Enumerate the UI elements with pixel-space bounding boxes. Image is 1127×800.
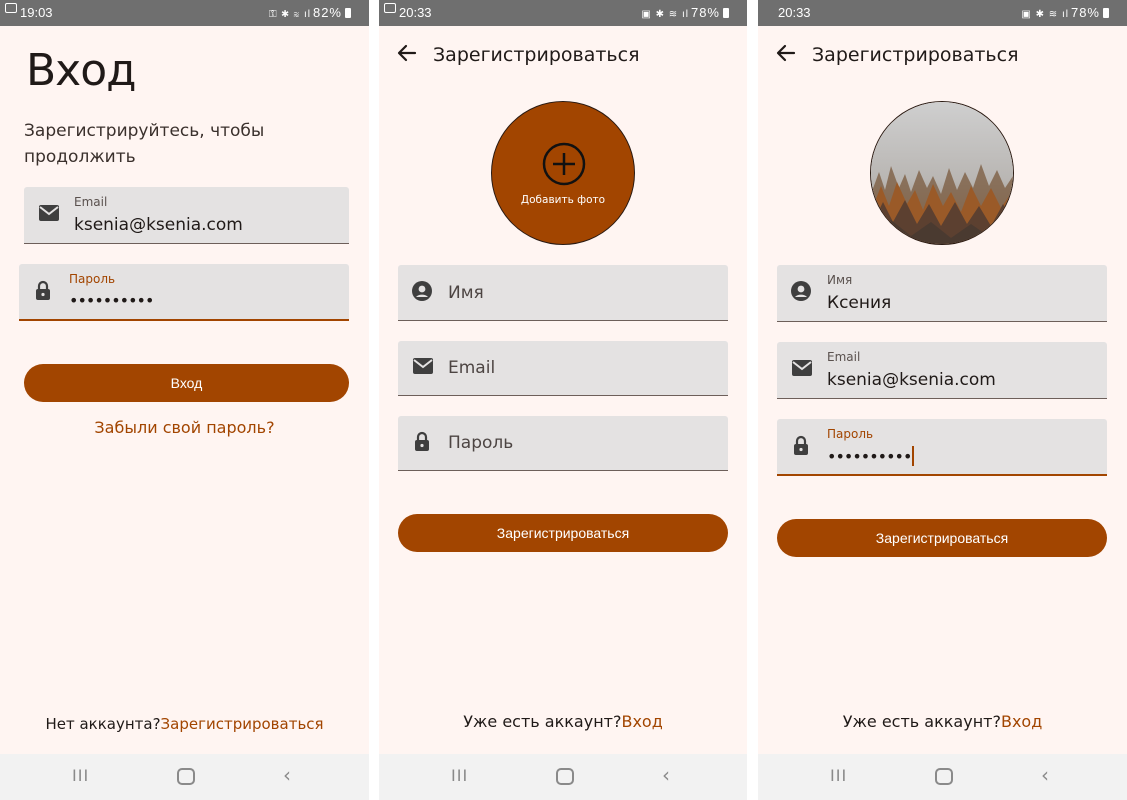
login-link[interactable]: Вход	[1001, 712, 1042, 731]
email-field[interactable]: Email	[398, 341, 728, 396]
name-placeholder: Имя	[448, 282, 484, 303]
email-value: ksenia@ksenia.com	[74, 215, 243, 235]
login-prompt: Уже есть аккаунт?Вход	[379, 712, 747, 731]
name-field[interactable]: Имя	[398, 265, 728, 321]
signal-icon: ▣ ✱ ≋ ıl	[1021, 9, 1069, 20]
status-icons: ⚿ ✱ ≋ ıl 82%	[269, 5, 351, 20]
name-value: Ксения	[827, 293, 892, 313]
account-circle-icon	[412, 280, 432, 305]
home-icon[interactable]	[935, 768, 953, 785]
lock-icon	[793, 435, 809, 459]
home-icon[interactable]	[177, 768, 195, 785]
register-screen-filled: 20:33 ▣ ✱ ≋ ıl 78% Зарегистрироваться Им…	[758, 0, 1127, 800]
signal-icon: ▣ ✱ ≋ ıl	[641, 9, 689, 20]
battery-level: 78%	[1070, 5, 1100, 20]
mail-icon	[791, 359, 813, 381]
login-prompt-text: Уже есть аккаунт?	[463, 712, 622, 731]
back-nav-icon[interactable]: ‹	[1041, 763, 1049, 787]
mail-icon	[412, 357, 434, 379]
battery-level: 78%	[690, 5, 720, 20]
signup-link[interactable]: Зарегистрироваться	[161, 715, 324, 733]
email-field[interactable]: Email ksenia@ksenia.com	[777, 342, 1107, 399]
status-time: 20:33	[778, 5, 811, 20]
password-value: ••••••••••	[69, 291, 154, 310]
status-icons: ▣ ✱ ≋ ıl 78%	[641, 5, 729, 20]
forgot-password-link[interactable]: Забыли свой пароль?	[0, 418, 369, 437]
email-placeholder: Email	[448, 358, 496, 378]
recent-apps-icon[interactable]: III	[72, 766, 89, 786]
signup-prompt-text: Нет аккаунта?	[45, 715, 161, 733]
battery-icon	[723, 8, 729, 18]
password-field[interactable]: Пароль ••••••••••	[777, 419, 1107, 476]
login-prompt: Уже есть аккаунт?Вход	[758, 712, 1127, 731]
battery-icon	[345, 8, 351, 18]
status-icons: ▣ ✱ ≋ ıl 78%	[1021, 5, 1109, 20]
mail-icon	[38, 204, 60, 226]
navigation-bar: III ‹	[0, 754, 369, 800]
profile-photo[interactable]	[870, 101, 1014, 245]
page-title: Вход	[26, 45, 137, 96]
back-nav-icon[interactable]: ‹	[662, 763, 670, 787]
signup-prompt: Нет аккаунта?Зарегистрироваться	[0, 715, 369, 733]
status-bar: 20:33 ▣ ✱ ≋ ıl 78%	[758, 0, 1127, 26]
password-label: Пароль	[69, 272, 116, 286]
name-field[interactable]: Имя Ксения	[777, 265, 1107, 322]
status-bar: 19:03 ⚿ ✱ ≋ ıl 82%	[0, 0, 369, 26]
battery-icon	[1103, 8, 1109, 18]
back-arrow-icon[interactable]	[776, 44, 796, 66]
lock-icon	[35, 280, 51, 304]
back-arrow-icon[interactable]	[397, 44, 417, 66]
gallery-notification-icon	[5, 3, 17, 13]
back-nav-icon[interactable]: ‹	[283, 763, 291, 787]
signal-icon: ⚿ ✱ ≋ ıl	[268, 9, 311, 20]
email-value: ksenia@ksenia.com	[827, 370, 996, 390]
navigation-bar: III ‹	[379, 754, 747, 800]
plus-circle-icon	[542, 142, 586, 190]
login-screen: 19:03 ⚿ ✱ ≋ ıl 82% Вход Зарегистрируйтесь…	[0, 0, 369, 800]
email-field[interactable]: Email ksenia@ksenia.com	[24, 187, 349, 244]
login-prompt-text: Уже есть аккаунт?	[842, 712, 1001, 731]
password-field[interactable]: Пароль ••••••••••	[19, 264, 349, 321]
password-field[interactable]: Пароль	[398, 416, 728, 471]
add-photo-button[interactable]: Добавить фото	[491, 101, 635, 245]
register-button[interactable]: Зарегистрироваться	[398, 514, 728, 552]
page-title: Зарегистрироваться	[433, 44, 640, 66]
login-button[interactable]: Вход	[24, 364, 349, 402]
page-subtitle: Зарегистрируйтесь, чтобы продолжить	[24, 121, 265, 167]
text-caret	[912, 446, 915, 466]
home-icon[interactable]	[556, 768, 574, 785]
register-screen-empty: 20:33 ▣ ✱ ≋ ıl 78% Зарегистрироваться Доб…	[379, 0, 747, 800]
account-circle-icon	[791, 281, 811, 305]
page-title: Зарегистрироваться	[812, 44, 1019, 66]
status-time: 20:33	[399, 5, 432, 20]
password-placeholder: Пароль	[448, 433, 514, 453]
password-label: Пароль	[827, 427, 874, 441]
login-link[interactable]: Вход	[621, 712, 662, 731]
status-bar: 20:33 ▣ ✱ ≋ ıl 78%	[379, 0, 747, 26]
forest-fog-image	[871, 102, 1013, 244]
email-label: Email	[74, 195, 108, 209]
status-time: 19:03	[20, 5, 53, 20]
register-button[interactable]: Зарегистрироваться	[777, 519, 1107, 557]
password-value: ••••••••••	[827, 447, 912, 466]
battery-level: 82%	[312, 5, 342, 20]
navigation-bar: III ‹	[758, 754, 1127, 800]
add-photo-label: Добавить фото	[520, 194, 606, 206]
lock-icon	[414, 431, 430, 455]
password-input-row: ••••••••••	[827, 446, 915, 466]
recent-apps-icon[interactable]: III	[451, 766, 468, 786]
email-label: Email	[827, 350, 861, 364]
gallery-notification-icon	[384, 3, 396, 13]
recent-apps-icon[interactable]: III	[830, 766, 847, 786]
name-label: Имя	[827, 273, 853, 287]
